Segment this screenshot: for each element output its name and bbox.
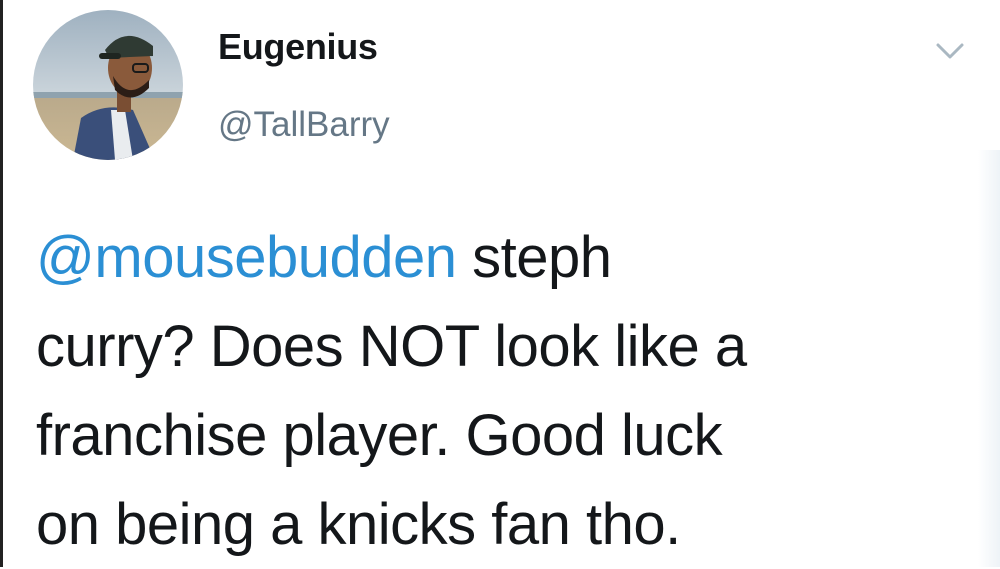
author-avatar[interactable]	[33, 10, 183, 160]
tweet-text: @mousebudden steph curry? Does NOT look …	[36, 213, 936, 569]
chevron-down-icon[interactable]	[932, 37, 968, 65]
tweet-line-1-rest: steph	[456, 225, 612, 290]
author-display-name[interactable]: Eugenius	[218, 26, 378, 68]
tweet-line-3: franchise player. Good luck	[36, 403, 723, 468]
tweet-line-2: curry? Does NOT look like a	[36, 314, 747, 379]
right-edge-shade	[978, 150, 1000, 567]
tweet-line-4: on being a knicks fan tho.	[36, 492, 681, 557]
profile-photo-icon	[33, 10, 183, 160]
tweet-card: Eugenius @TallBarry @mousebudden steph c…	[0, 0, 1000, 567]
tweet-line-1: @mousebudden steph	[36, 213, 936, 302]
left-edge-divider	[0, 0, 3, 567]
mention-link[interactable]: @mousebudden	[36, 225, 457, 290]
author-handle[interactable]: @TallBarry	[218, 105, 390, 145]
